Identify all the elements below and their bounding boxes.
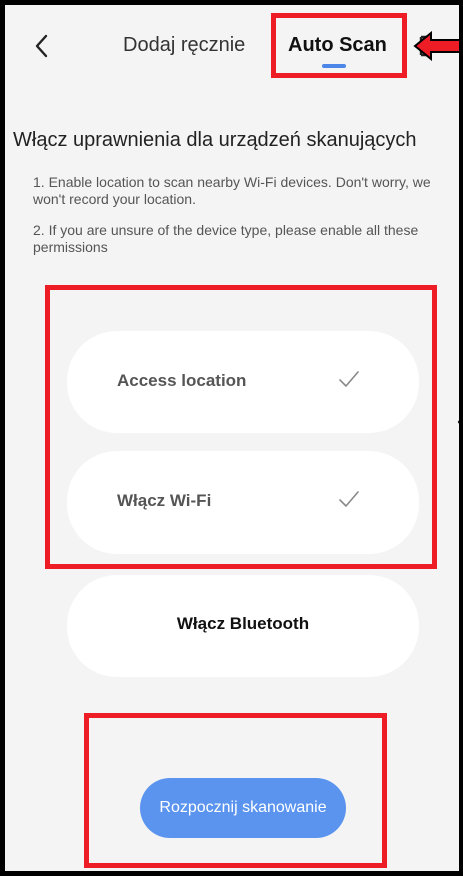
page-heading: Włącz uprawnienia dla urządzeń skanujący… — [13, 129, 417, 151]
app-screen: Dodaj ręcznie Auto Scan Włącz uprawnieni… — [0, 0, 463, 876]
chevron-left-icon — [35, 34, 48, 58]
arrow-left-icon — [457, 420, 459, 424]
permission-enable-bluetooth[interactable]: Włącz Bluetooth — [67, 575, 419, 677]
back-button[interactable] — [27, 31, 57, 61]
highlight-box-scan-button — [84, 713, 387, 868]
permission-label: Włącz Bluetooth — [176, 614, 310, 633]
permission-note-location: 1. Enable location to scan nearby Wi-Fi … — [33, 174, 431, 207]
arrow-left-icon — [413, 31, 459, 61]
highlight-box-permissions — [45, 285, 437, 569]
tab-manual-add[interactable]: Dodaj ręcznie — [123, 34, 245, 57]
highlight-box-auto-scan — [271, 13, 407, 78]
permission-note-all: 2. If you are unsure of the device type,… — [33, 222, 419, 255]
